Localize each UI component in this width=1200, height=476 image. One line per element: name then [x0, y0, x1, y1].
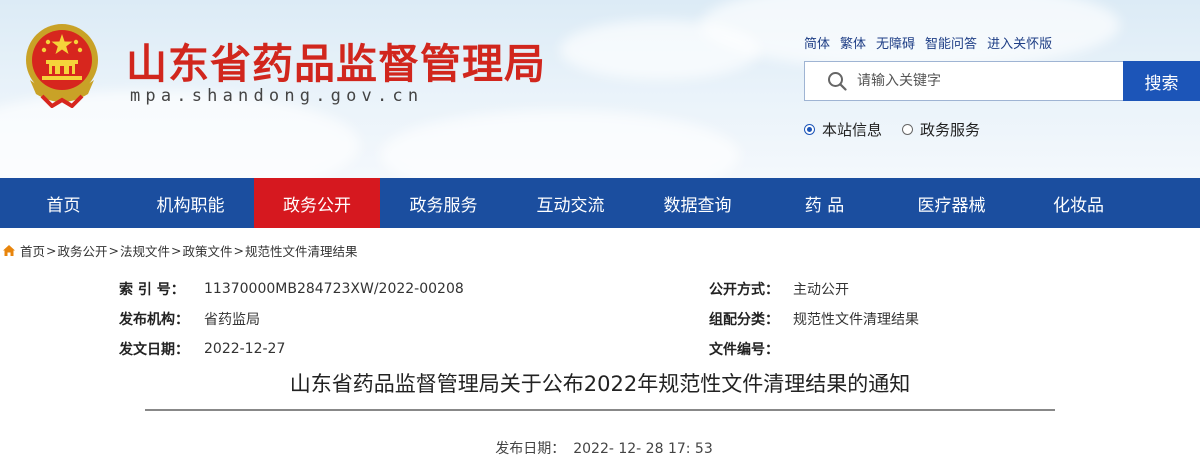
national-emblem-icon: [26, 24, 98, 108]
meta-value-category: 规范性文件清理结果: [793, 312, 919, 328]
site-title: 山东省药品监督管理局: [126, 40, 546, 88]
link-accessibility[interactable]: 无障碍: [876, 33, 915, 52]
breadcrumb-separator: >: [233, 243, 244, 258]
publish-date: 发布日期： 2022- 12- 28 17: 53: [0, 438, 1200, 458]
nav-item-interaction[interactable]: 互动交流: [507, 178, 634, 228]
meta-row-doc-number: 文件编号：: [709, 334, 919, 364]
link-smart-qa[interactable]: 智能问答: [925, 33, 977, 52]
cloud-decoration: [560, 20, 760, 80]
meta-row-category: 组配分类： 规范性文件清理结果: [709, 304, 919, 334]
search-box: [804, 61, 1123, 101]
scope-label-services: 政务服务: [920, 121, 981, 139]
meta-row-index: 索 引 号： 11370000MB284723XW/2022-00208: [119, 274, 464, 304]
nav-item-drugs[interactable]: 药 品: [761, 178, 888, 228]
meta-value-issuer: 省药监局: [204, 312, 260, 328]
title-divider: [145, 409, 1055, 411]
meta-key-issue-date: 发文日期：: [119, 342, 189, 358]
document-title: 山东省药品监督管理局关于公布2022年规范性文件清理结果的通知: [289, 372, 911, 396]
search-input[interactable]: [855, 72, 1119, 90]
breadcrumb-regulations[interactable]: 法规文件: [120, 241, 170, 260]
meta-value-disclosure: 主动公开: [793, 282, 849, 298]
cloud-decoration: [380, 110, 740, 178]
breadcrumb-separator: >: [171, 243, 182, 258]
nav-item-home[interactable]: 首页: [0, 178, 127, 228]
meta-key-issuer: 发布机构：: [119, 312, 189, 328]
nav-item-data-query[interactable]: 数据查询: [634, 178, 761, 228]
meta-key-index: 索 引 号：: [119, 282, 185, 298]
nav-item-medical-devices[interactable]: 医疗器械: [888, 178, 1015, 228]
link-traditional[interactable]: 繁体: [840, 33, 866, 52]
home-icon: [3, 245, 15, 256]
meta-row-issuer: 发布机构： 省药监局: [119, 304, 464, 334]
site-header: 山东省药品监督管理局 mpa.shandong.gov.cn 简体 繁体 无障碍…: [0, 0, 1200, 178]
publish-date-value: 2022- 12- 28 17: 53: [573, 441, 713, 457]
nav-item-organization[interactable]: 机构职能: [127, 178, 254, 228]
site-domain: mpa.shandong.gov.cn: [130, 86, 424, 106]
main-nav: 首页 机构职能 政务公开 政务服务 互动交流 数据查询 药 品 医疗器械 化妆品: [0, 178, 1200, 228]
meta-value-index: 11370000MB284723XW/2022-00208: [204, 281, 464, 297]
search-scope: 本站信息 政务服务: [804, 119, 980, 140]
meta-info-left: 索 引 号： 11370000MB284723XW/2022-00208 发布机…: [119, 274, 464, 364]
breadcrumb-home[interactable]: 首页: [20, 241, 45, 260]
search-bar: 搜索: [804, 61, 1200, 101]
meta-key-category: 组配分类：: [709, 312, 779, 328]
meta-row-issue-date: 发文日期： 2022-12-27: [119, 334, 464, 364]
breadcrumb-cleanup-results[interactable]: 规范性文件清理结果: [245, 241, 358, 260]
breadcrumb-government-affairs[interactable]: 政务公开: [58, 241, 108, 260]
publish-date-label: 发布日期：: [495, 441, 566, 457]
nav-item-cosmetics[interactable]: 化妆品: [1015, 178, 1142, 228]
nav-item-government-affairs[interactable]: 政务公开: [254, 178, 380, 228]
scope-option-site[interactable]: 本站信息: [804, 119, 882, 140]
radio-checked-icon[interactable]: [804, 124, 815, 135]
meta-key-disclosure: 公开方式：: [709, 282, 779, 298]
radio-unchecked-icon[interactable]: [902, 124, 914, 135]
nav-item-services[interactable]: 政务服务: [380, 178, 507, 228]
scope-label-site: 本站信息: [822, 121, 883, 139]
search-button[interactable]: 搜索: [1123, 61, 1200, 101]
breadcrumb-separator: >: [46, 243, 57, 258]
breadcrumb: 首页 > 政务公开 > 法规文件 > 政策文件 > 规范性文件清理结果: [2, 241, 358, 260]
link-care-mode[interactable]: 进入关怀版: [987, 33, 1052, 52]
scope-option-services[interactable]: 政务服务: [902, 119, 980, 140]
breadcrumb-separator: >: [108, 243, 119, 258]
search-icon: [828, 72, 847, 91]
meta-key-doc-number: 文件编号：: [709, 342, 779, 358]
meta-value-issue-date: 2022-12-27: [204, 341, 286, 357]
meta-row-disclosure: 公开方式： 主动公开: [709, 274, 919, 304]
link-simplified[interactable]: 简体: [804, 33, 830, 52]
meta-info-right: 公开方式： 主动公开 组配分类： 规范性文件清理结果 文件编号：: [709, 274, 919, 364]
breadcrumb-policy-documents[interactable]: 政策文件: [183, 241, 233, 260]
top-links: 简体 繁体 无障碍 智能问答 进入关怀版: [804, 33, 1052, 52]
